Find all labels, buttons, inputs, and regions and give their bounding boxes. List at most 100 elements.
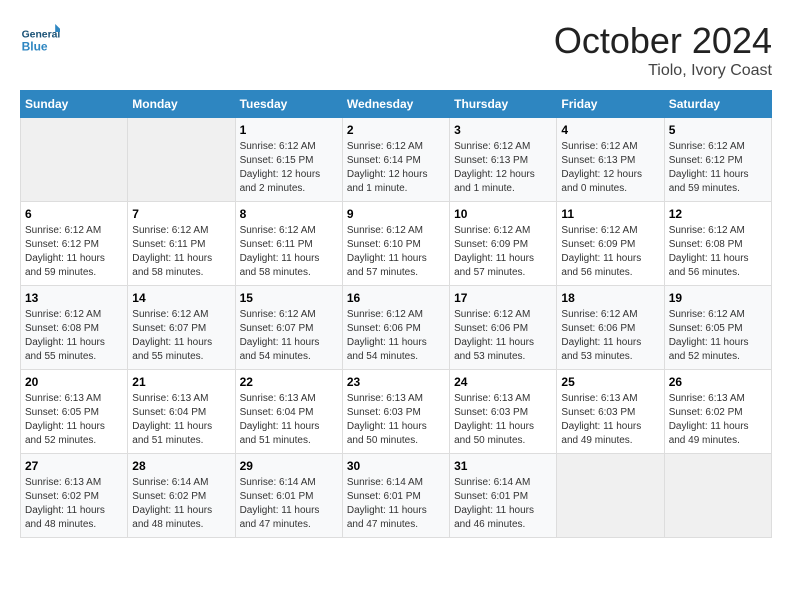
calendar-week-row: 1 Sunrise: 6:12 AMSunset: 6:15 PMDaylight… <box>21 118 772 202</box>
calendar-cell: 15 Sunrise: 6:12 AMSunset: 6:07 PMDayligh… <box>235 286 342 370</box>
calendar-cell: 14 Sunrise: 6:12 AMSunset: 6:07 PMDayligh… <box>128 286 235 370</box>
day-info: Sunrise: 6:13 AMSunset: 6:03 PMDaylight:… <box>454 392 552 448</box>
calendar-cell: 24 Sunrise: 6:13 AMSunset: 6:03 PMDayligh… <box>450 370 557 454</box>
col-monday: Monday <box>128 91 235 118</box>
day-info: Sunrise: 6:12 AMSunset: 6:09 PMDaylight:… <box>561 224 659 280</box>
calendar-body: 1 Sunrise: 6:12 AMSunset: 6:15 PMDaylight… <box>21 118 772 538</box>
calendar-cell: 26 Sunrise: 6:13 AMSunset: 6:02 PMDayligh… <box>664 370 771 454</box>
day-number: 11 <box>561 207 659 221</box>
day-info: Sunrise: 6:12 AMSunset: 6:12 PMDaylight:… <box>669 140 767 196</box>
day-info: Sunrise: 6:12 AMSunset: 6:08 PMDaylight:… <box>669 224 767 280</box>
day-number: 17 <box>454 291 552 305</box>
day-number: 27 <box>25 459 123 473</box>
calendar-cell: 1 Sunrise: 6:12 AMSunset: 6:15 PMDaylight… <box>235 118 342 202</box>
day-info: Sunrise: 6:14 AMSunset: 6:01 PMDaylight:… <box>454 476 552 532</box>
day-number: 31 <box>454 459 552 473</box>
calendar-cell: 20 Sunrise: 6:13 AMSunset: 6:05 PMDayligh… <box>21 370 128 454</box>
day-info: Sunrise: 6:14 AMSunset: 6:01 PMDaylight:… <box>240 476 338 532</box>
day-info: Sunrise: 6:12 AMSunset: 6:13 PMDaylight:… <box>454 140 552 196</box>
day-info: Sunrise: 6:14 AMSunset: 6:01 PMDaylight:… <box>347 476 445 532</box>
calendar-cell <box>557 454 664 538</box>
day-number: 10 <box>454 207 552 221</box>
day-number: 2 <box>347 123 445 137</box>
calendar-cell <box>21 118 128 202</box>
day-number: 21 <box>132 375 230 389</box>
day-number: 26 <box>669 375 767 389</box>
calendar-page: General Blue October 2024 Tiolo, Ivory C… <box>0 0 792 548</box>
day-number: 18 <box>561 291 659 305</box>
day-info: Sunrise: 6:13 AMSunset: 6:02 PMDaylight:… <box>669 392 767 448</box>
calendar-cell: 13 Sunrise: 6:12 AMSunset: 6:08 PMDayligh… <box>21 286 128 370</box>
calendar-cell: 10 Sunrise: 6:12 AMSunset: 6:09 PMDayligh… <box>450 202 557 286</box>
day-info: Sunrise: 6:12 AMSunset: 6:06 PMDaylight:… <box>561 308 659 364</box>
calendar-cell: 27 Sunrise: 6:13 AMSunset: 6:02 PMDayligh… <box>21 454 128 538</box>
day-info: Sunrise: 6:13 AMSunset: 6:04 PMDaylight:… <box>132 392 230 448</box>
calendar-week-row: 27 Sunrise: 6:13 AMSunset: 6:02 PMDayligh… <box>21 454 772 538</box>
day-number: 25 <box>561 375 659 389</box>
day-info: Sunrise: 6:13 AMSunset: 6:05 PMDaylight:… <box>25 392 123 448</box>
day-info: Sunrise: 6:13 AMSunset: 6:03 PMDaylight:… <box>561 392 659 448</box>
calendar-cell: 30 Sunrise: 6:14 AMSunset: 6:01 PMDayligh… <box>342 454 449 538</box>
day-info: Sunrise: 6:12 AMSunset: 6:09 PMDaylight:… <box>454 224 552 280</box>
day-info: Sunrise: 6:12 AMSunset: 6:08 PMDaylight:… <box>25 308 123 364</box>
title-block: October 2024 Tiolo, Ivory Coast <box>554 20 772 80</box>
day-info: Sunrise: 6:13 AMSunset: 6:02 PMDaylight:… <box>25 476 123 532</box>
calendar-week-row: 20 Sunrise: 6:13 AMSunset: 6:05 PMDayligh… <box>21 370 772 454</box>
day-info: Sunrise: 6:12 AMSunset: 6:05 PMDaylight:… <box>669 308 767 364</box>
day-info: Sunrise: 6:12 AMSunset: 6:13 PMDaylight:… <box>561 140 659 196</box>
day-info: Sunrise: 6:12 AMSunset: 6:12 PMDaylight:… <box>25 224 123 280</box>
day-number: 15 <box>240 291 338 305</box>
calendar-week-row: 13 Sunrise: 6:12 AMSunset: 6:08 PMDayligh… <box>21 286 772 370</box>
month-title: October 2024 <box>554 20 772 62</box>
day-info: Sunrise: 6:12 AMSunset: 6:15 PMDaylight:… <box>240 140 338 196</box>
day-number: 1 <box>240 123 338 137</box>
day-info: Sunrise: 6:12 AMSunset: 6:07 PMDaylight:… <box>240 308 338 364</box>
calendar-cell: 6 Sunrise: 6:12 AMSunset: 6:12 PMDaylight… <box>21 202 128 286</box>
day-info: Sunrise: 6:12 AMSunset: 6:11 PMDaylight:… <box>132 224 230 280</box>
calendar-cell: 25 Sunrise: 6:13 AMSunset: 6:03 PMDayligh… <box>557 370 664 454</box>
day-info: Sunrise: 6:12 AMSunset: 6:06 PMDaylight:… <box>454 308 552 364</box>
calendar-cell: 17 Sunrise: 6:12 AMSunset: 6:06 PMDayligh… <box>450 286 557 370</box>
day-number: 5 <box>669 123 767 137</box>
day-number: 12 <box>669 207 767 221</box>
day-number: 8 <box>240 207 338 221</box>
logo-icon: General Blue <box>20 20 60 60</box>
day-info: Sunrise: 6:12 AMSunset: 6:06 PMDaylight:… <box>347 308 445 364</box>
page-header: General Blue October 2024 Tiolo, Ivory C… <box>20 20 772 80</box>
calendar-cell: 29 Sunrise: 6:14 AMSunset: 6:01 PMDayligh… <box>235 454 342 538</box>
day-number: 23 <box>347 375 445 389</box>
calendar-cell <box>664 454 771 538</box>
day-number: 9 <box>347 207 445 221</box>
calendar-week-row: 6 Sunrise: 6:12 AMSunset: 6:12 PMDaylight… <box>21 202 772 286</box>
day-info: Sunrise: 6:12 AMSunset: 6:07 PMDaylight:… <box>132 308 230 364</box>
day-number: 19 <box>669 291 767 305</box>
calendar-cell: 19 Sunrise: 6:12 AMSunset: 6:05 PMDayligh… <box>664 286 771 370</box>
day-number: 13 <box>25 291 123 305</box>
calendar-cell: 4Sunrise: 6:12 AMSunset: 6:13 PMDaylight… <box>557 118 664 202</box>
logo: General Blue <box>20 20 64 60</box>
day-number: 6 <box>25 207 123 221</box>
day-number: 29 <box>240 459 338 473</box>
day-number: 20 <box>25 375 123 389</box>
col-friday: Friday <box>557 91 664 118</box>
day-info: Sunrise: 6:12 AMSunset: 6:10 PMDaylight:… <box>347 224 445 280</box>
day-number: 22 <box>240 375 338 389</box>
calendar-cell: 31 Sunrise: 6:14 AMSunset: 6:01 PMDayligh… <box>450 454 557 538</box>
calendar-cell: 3Sunrise: 6:12 AMSunset: 6:13 PMDaylight… <box>450 118 557 202</box>
day-number: 7 <box>132 207 230 221</box>
day-number: 16 <box>347 291 445 305</box>
location: Tiolo, Ivory Coast <box>554 62 772 80</box>
day-info: Sunrise: 6:12 AMSunset: 6:11 PMDaylight:… <box>240 224 338 280</box>
day-number: 30 <box>347 459 445 473</box>
calendar-cell: 5 Sunrise: 6:12 AMSunset: 6:12 PMDaylight… <box>664 118 771 202</box>
day-number: 24 <box>454 375 552 389</box>
col-wednesday: Wednesday <box>342 91 449 118</box>
col-saturday: Saturday <box>664 91 771 118</box>
calendar-cell: 2Sunrise: 6:12 AMSunset: 6:14 PMDaylight… <box>342 118 449 202</box>
day-number: 28 <box>132 459 230 473</box>
calendar-cell: 22Sunrise: 6:13 AMSunset: 6:04 PMDayligh… <box>235 370 342 454</box>
calendar-cell: 9 Sunrise: 6:12 AMSunset: 6:10 PMDaylight… <box>342 202 449 286</box>
day-number: 14 <box>132 291 230 305</box>
calendar-cell: 16 Sunrise: 6:12 AMSunset: 6:06 PMDayligh… <box>342 286 449 370</box>
day-info: Sunrise: 6:13 AMSunset: 6:03 PMDaylight:… <box>347 392 445 448</box>
